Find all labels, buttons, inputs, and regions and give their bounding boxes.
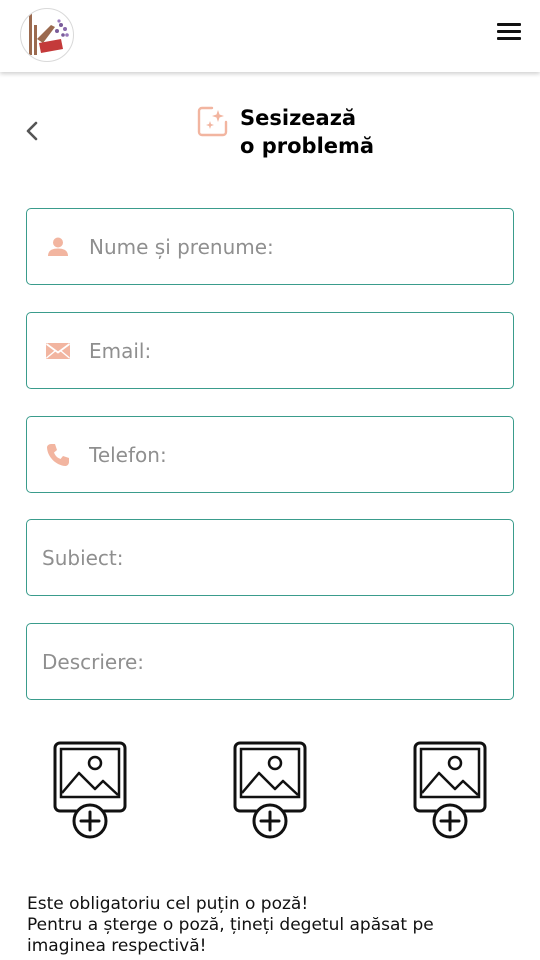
- photo-instructions: Este obligatoriu cel puțin o poză! Pentr…: [27, 894, 517, 957]
- add-photo-icon: [233, 741, 307, 839]
- menu-bar: [497, 37, 521, 40]
- page-title: Sesizează o problemă: [240, 104, 440, 160]
- hamburger-menu-icon[interactable]: [494, 20, 524, 44]
- subject-field[interactable]: [26, 519, 514, 596]
- phone-field[interactable]: [26, 416, 514, 493]
- description-field[interactable]: [26, 623, 514, 700]
- add-photo-button-3[interactable]: [413, 741, 487, 839]
- person-icon: [45, 234, 71, 260]
- envelope-icon: [45, 338, 71, 364]
- add-photo-button-2[interactable]: [233, 741, 307, 839]
- email-field[interactable]: [26, 312, 514, 389]
- chevron-left-icon[interactable]: [22, 120, 44, 142]
- page-title-line1: Sesizează: [240, 106, 357, 130]
- description-input[interactable]: [42, 624, 503, 699]
- add-photo-icon: [413, 741, 487, 839]
- subject-input[interactable]: [42, 520, 503, 595]
- name-input[interactable]: [89, 209, 503, 284]
- email-input[interactable]: [89, 313, 503, 388]
- name-field[interactable]: [26, 208, 514, 285]
- add-photo-button-1[interactable]: [53, 741, 127, 839]
- logo-graphic: [29, 13, 69, 55]
- app-logo[interactable]: [20, 8, 74, 62]
- phone-input[interactable]: [89, 417, 503, 492]
- page-title-line2: o problemă: [240, 134, 375, 158]
- phone-icon: [45, 442, 71, 468]
- photo-sparkle-icon: [196, 104, 230, 138]
- menu-bar: [497, 23, 521, 26]
- add-photo-icon: [53, 741, 127, 839]
- photo-required-note: Este obligatoriu cel puțin o poză!: [27, 894, 309, 914]
- top-app-bar: [0, 0, 540, 72]
- menu-bar: [497, 30, 521, 33]
- photo-delete-note: Pentru a șterge o poză, țineți degetul a…: [27, 915, 434, 956]
